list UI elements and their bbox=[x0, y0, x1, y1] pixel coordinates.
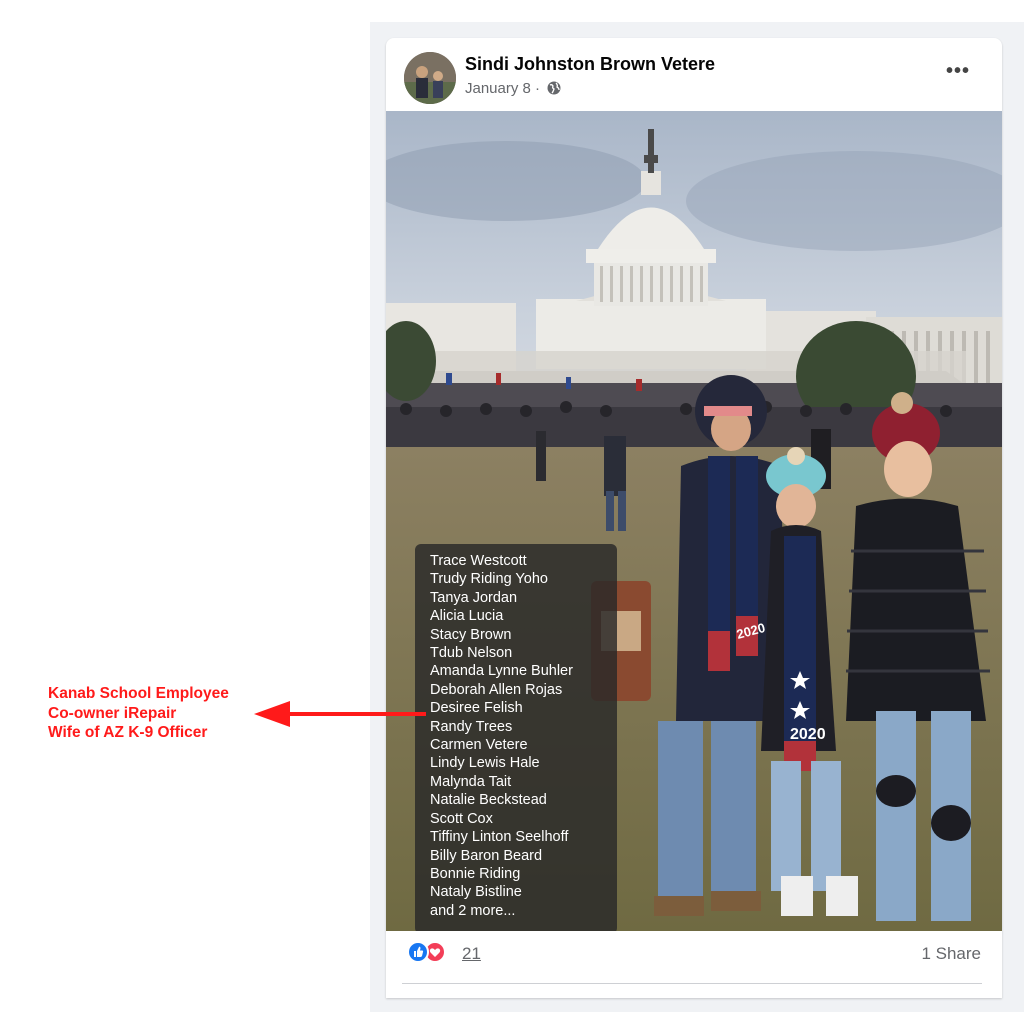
tag-name[interactable]: Nataly Bistline bbox=[430, 883, 617, 901]
post-footer: 21 1 Share bbox=[386, 931, 1002, 998]
post-date[interactable]: January 8 · bbox=[465, 80, 540, 97]
annotation-line: Wife of AZ K-9 Officer bbox=[48, 724, 208, 741]
tag-name[interactable]: Tdub Nelson bbox=[430, 644, 617, 662]
author-name[interactable]: Sindi Johnston Brown Vetere bbox=[465, 54, 715, 75]
post-photo[interactable]: 2020 2020 Trace Westcott Trudy Riding Yo… bbox=[386, 111, 1002, 931]
reaction-count[interactable]: 21 bbox=[462, 944, 481, 964]
annotation-label: Kanab School Employee Co-owner iRepair W… bbox=[48, 684, 229, 743]
tag-name[interactable]: Trace Westcott bbox=[430, 552, 617, 570]
tag-name[interactable]: Tiffiny Linton Seelhoff bbox=[430, 828, 617, 846]
tag-name[interactable]: Stacy Brown bbox=[430, 626, 617, 644]
author-avatar[interactable] bbox=[404, 52, 456, 104]
tag-name[interactable]: Tanya Jordan bbox=[430, 589, 617, 607]
tag-name[interactable]: Randy Trees bbox=[430, 718, 617, 736]
facebook-post: Sindi Johnston Brown Vetere January 8 · … bbox=[386, 38, 1002, 998]
tag-name[interactable]: Carmen Vetere bbox=[430, 736, 617, 754]
tag-name[interactable]: Desiree Felish bbox=[430, 699, 617, 717]
tag-name[interactable]: Billy Baron Beard bbox=[430, 847, 617, 865]
more-options-icon[interactable]: ••• bbox=[940, 56, 976, 92]
tag-name[interactable]: Malynda Tait bbox=[430, 773, 617, 791]
globe-icon bbox=[547, 81, 561, 95]
tag-name[interactable]: Bonnie Riding bbox=[430, 865, 617, 883]
tag-name[interactable]: Alicia Lucia bbox=[430, 607, 617, 625]
scarf-text-right: 2020 bbox=[790, 726, 826, 743]
divider bbox=[402, 983, 982, 984]
tag-name[interactable]: Deborah Allen Rojas bbox=[430, 681, 617, 699]
tag-name[interactable]: Scott Cox bbox=[430, 810, 617, 828]
tag-more-link[interactable]: and 2 more... bbox=[430, 902, 617, 920]
annotation-arrow bbox=[254, 701, 426, 727]
tag-name[interactable]: Lindy Lewis Hale bbox=[430, 754, 617, 772]
photo-tags-overlay: Trace Westcott Trudy Riding Yoho Tanya J… bbox=[415, 544, 617, 931]
annotation-line: Co-owner iRepair bbox=[48, 704, 177, 722]
like-icon[interactable] bbox=[407, 941, 429, 963]
post-meta: January 8 · bbox=[465, 80, 561, 97]
tag-name[interactable]: Natalie Beckstead bbox=[430, 791, 617, 809]
share-count[interactable]: 1 Share bbox=[921, 944, 981, 964]
annotation-line: Kanab School Employee bbox=[48, 685, 229, 702]
tag-name[interactable]: Amanda Lynne Buhler bbox=[430, 662, 617, 680]
tag-name[interactable]: Trudy Riding Yoho bbox=[430, 570, 617, 588]
